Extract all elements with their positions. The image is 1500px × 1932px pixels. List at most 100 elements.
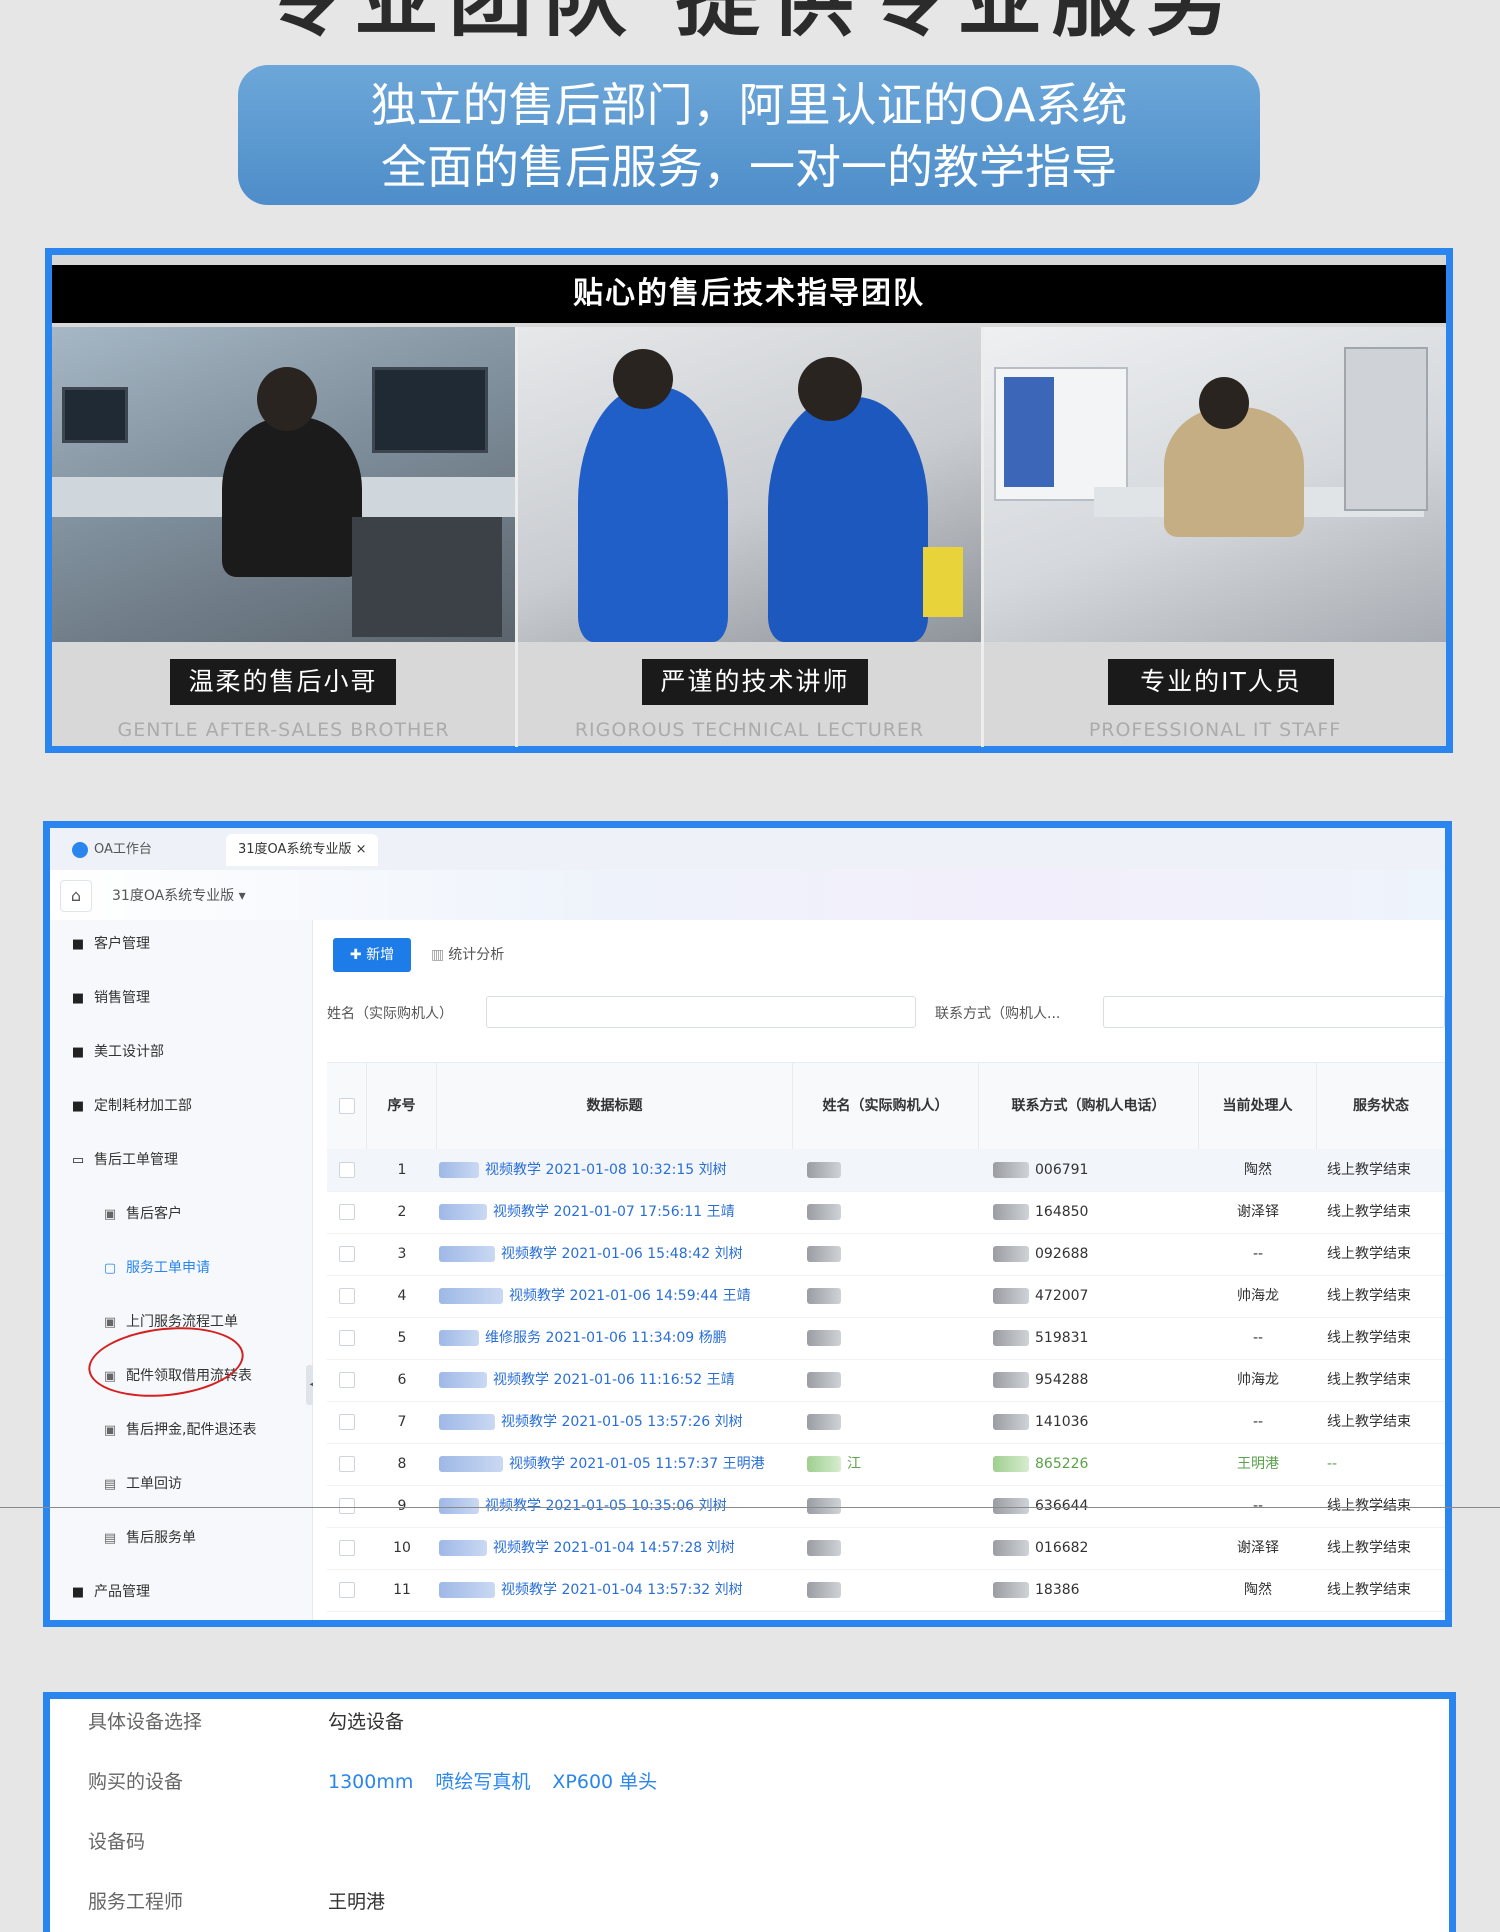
caption-en-member-1: GENTLE AFTER-SALES BROTHER <box>117 719 450 741</box>
col-header-title[interactable]: 数据标题 <box>437 1063 793 1149</box>
cell-no: 3 <box>397 1246 407 1262</box>
redacted-block <box>439 1498 479 1514</box>
stats-button[interactable]: ▥ 统计分析 <box>431 938 504 972</box>
main-content: ✚ 新增 ▥ 统计分析 姓名（实际购机人） 联系方式（购机人... 序号 数据标题… <box>313 920 1445 1620</box>
sidebar-item-customers[interactable]: ■ 客户管理 <box>50 924 332 964</box>
table-row[interactable]: 3 视频教学 2021-01-06 15:48:42 刘树 092688 -- 线上教学… <box>327 1233 1445 1276</box>
device-tag-type[interactable]: 喷绘写真机 <box>435 1771 530 1793</box>
row-checkbox[interactable] <box>339 1330 355 1346</box>
sidebar-item-label: 服务工单申请 <box>126 1260 210 1276</box>
cell-phone: 472007 <box>993 1275 1199 1317</box>
row-checkbox[interactable] <box>339 1540 355 1556</box>
cell-title[interactable]: 视频教学 2021-01-08 10:32:15 刘树 <box>439 1149 793 1191</box>
cell-title-text: 视频教学 2021-01-06 15:48:42 刘树 <box>501 1246 743 1262</box>
cell-name <box>807 1527 979 1569</box>
row-checkbox[interactable] <box>339 1288 355 1304</box>
name-filter-input[interactable] <box>486 996 916 1028</box>
cell-title[interactable]: 视频教学 2021-01-05 11:57:37 王明港 <box>439 1443 793 1485</box>
form-icon: ▣ <box>103 1315 117 1330</box>
tab-oa-pro[interactable]: 31度OA系统专业版 × <box>226 834 379 866</box>
document-icon: ▢ <box>103 1261 117 1276</box>
contact-filter-input[interactable] <box>1103 996 1445 1028</box>
col-header-status[interactable]: 服务状态 <box>1317 1063 1445 1149</box>
col-header-handler[interactable]: 当前处理人 <box>1199 1063 1317 1149</box>
tab-oa-workbench[interactable]: OA工作台 <box>72 834 152 866</box>
table-row[interactable]: 2 视频教学 2021-01-07 17:56:11 王靖 164850 谢泽铎 线上教… <box>327 1191 1445 1234</box>
cell-handler: 王明港 <box>1237 1456 1279 1472</box>
cell-title[interactable]: 维修服务 2021-01-06 11:34:09 杨鹏 <box>439 1317 793 1359</box>
device-tag-head[interactable]: XP600 单头 <box>552 1771 657 1793</box>
table-row[interactable]: 6 视频教学 2021-01-06 11:16:52 王靖 954288 帅海龙 线上教… <box>327 1359 1445 1402</box>
row-checkbox[interactable] <box>339 1162 355 1178</box>
app-selector[interactable]: 31度OA系统专业版 ▾ <box>112 880 246 912</box>
row-checkbox[interactable] <box>339 1204 355 1220</box>
row-checkbox-cell <box>339 1443 367 1485</box>
table-row[interactable]: 1 视频教学 2021-01-08 10:32:15 刘树 006791 陶然 线上教学… <box>327 1149 1445 1192</box>
hero-title: 专业团队 提供专业服务 <box>0 0 1500 44</box>
caption-member-3: 专业的IT人员 <box>1108 659 1334 705</box>
row-checkbox[interactable] <box>339 1414 355 1430</box>
sidebar-item-products[interactable]: ■ 产品管理 <box>50 1572 332 1612</box>
cell-title[interactable]: 视频教学 2021-01-04 13:57:32 刘树 <box>439 1569 793 1611</box>
cell-title-text: 视频教学 2021-01-06 11:16:52 王靖 <box>493 1372 735 1388</box>
redacted-block <box>439 1288 503 1304</box>
table-row[interactable]: 10 视频教学 2021-01-04 14:57:28 刘树 016682 谢泽铎 线上… <box>327 1527 1445 1570</box>
cell-title[interactable]: 视频教学 2021-01-05 10:35:06 刘树 <box>439 1485 793 1527</box>
sidebar-item-label: 售后押金,配件退还表 <box>126 1422 257 1438</box>
table-row[interactable]: 11 视频教学 2021-01-04 13:57:32 刘树 18386 陶然 线上教学… <box>327 1569 1445 1612</box>
sidebar: ■ 客户管理 ■ 销售管理 ■ 美工设计部 ■ 定制耗材加工部 ▭ 售后工单管理 ▣ 售后客… <box>50 920 313 1620</box>
form-icon: ▣ <box>103 1423 117 1438</box>
col-header-name[interactable]: 姓名（实际购机人） <box>793 1063 979 1149</box>
cell-phone: 092688 <box>993 1233 1199 1275</box>
cell-name <box>807 1275 979 1317</box>
add-button[interactable]: ✚ 新增 <box>333 938 411 972</box>
cell-title[interactable]: 视频教学 2021-01-06 15:48:42 刘树 <box>439 1233 793 1275</box>
col-header-no[interactable]: 序号 <box>367 1063 437 1149</box>
cell-title[interactable]: 视频教学 2021-01-05 13:57:26 刘树 <box>439 1401 793 1443</box>
col-header-phone[interactable]: 联系方式（购机人电话） <box>979 1063 1199 1149</box>
folder-icon: ■ <box>71 1585 85 1600</box>
table-row[interactable]: 4 视频教学 2021-01-06 14:59:44 王靖 472007 帅海龙 线上教… <box>327 1275 1445 1318</box>
table-row[interactable]: 8 视频教学 2021-01-05 11:57:37 王明港 江 865226 王明港 -… <box>327 1443 1445 1486</box>
redacted-block <box>807 1330 841 1346</box>
row-checkbox-cell <box>339 1485 367 1527</box>
row-checkbox[interactable] <box>339 1582 355 1598</box>
sidebar-item-after-sales-orders[interactable]: ▭ 售后工单管理 <box>50 1140 332 1180</box>
caption-en-member-3: PROFESSIONAL IT STAFF <box>1088 719 1342 741</box>
cell-name <box>807 1149 979 1191</box>
cell-name: 江 <box>807 1443 979 1485</box>
row-checkbox[interactable] <box>339 1246 355 1262</box>
cell-name-text: 江 <box>847 1456 861 1472</box>
redacted-block <box>807 1540 841 1556</box>
detail-value-purchased-device: 1300mm 喷绘写真机 XP600 单头 <box>328 1767 679 1794</box>
column-divider <box>981 327 984 747</box>
cell-phone-text: 954288 <box>1035 1372 1089 1388</box>
row-checkbox[interactable] <box>339 1372 355 1388</box>
cell-handler: -- <box>1252 1414 1264 1430</box>
detail-value-device-select[interactable]: 勾选设备 <box>328 1707 404 1734</box>
sidebar-item-design[interactable]: ■ 美工设计部 <box>50 1032 332 1072</box>
cell-phone: 006791 <box>993 1149 1199 1191</box>
row-checkbox[interactable] <box>339 1498 355 1514</box>
cell-title-text: 维修服务 2021-01-06 11:34:09 杨鹏 <box>485 1330 727 1346</box>
device-tag-size[interactable]: 1300mm <box>328 1771 413 1793</box>
row-checkbox[interactable] <box>339 1456 355 1472</box>
cell-title[interactable]: 视频教学 2021-01-04 14:57:28 刘树 <box>439 1527 793 1569</box>
cell-title-text: 视频教学 2021-01-07 17:56:11 王靖 <box>493 1204 735 1220</box>
cell-title[interactable]: 视频教学 2021-01-06 14:59:44 王靖 <box>439 1275 793 1317</box>
table-row[interactable]: 7 视频教学 2021-01-05 13:57:26 刘树 141036 -- 线上教学… <box>327 1401 1445 1444</box>
home-icon[interactable]: ⌂ <box>60 880 92 912</box>
sidebar-item-sales[interactable]: ■ 销售管理 <box>50 978 332 1018</box>
table-row[interactable]: 5 维修服务 2021-01-06 11:34:09 杨鹏 519831 -- 线上教学… <box>327 1317 1445 1360</box>
form-icon: ▣ <box>103 1207 117 1222</box>
row-checkbox-cell <box>339 1569 367 1611</box>
select-all-checkbox[interactable] <box>338 1098 355 1114</box>
sidebar-item-consumables[interactable]: ■ 定制耗材加工部 <box>50 1086 332 1126</box>
cell-title-text: 视频教学 2021-01-05 13:57:26 刘树 <box>501 1414 743 1430</box>
contact-filter-label: 联系方式（购机人... <box>935 1006 1061 1022</box>
redacted-block <box>807 1414 841 1430</box>
cell-title[interactable]: 视频教学 2021-01-07 17:56:11 王靖 <box>439 1191 793 1233</box>
cell-title[interactable]: 视频教学 2021-01-06 11:16:52 王靖 <box>439 1359 793 1401</box>
cell-handler: 谢泽铎 <box>1237 1540 1279 1556</box>
detail-label-purchased-device: 购买的设备 <box>88 1771 184 1793</box>
